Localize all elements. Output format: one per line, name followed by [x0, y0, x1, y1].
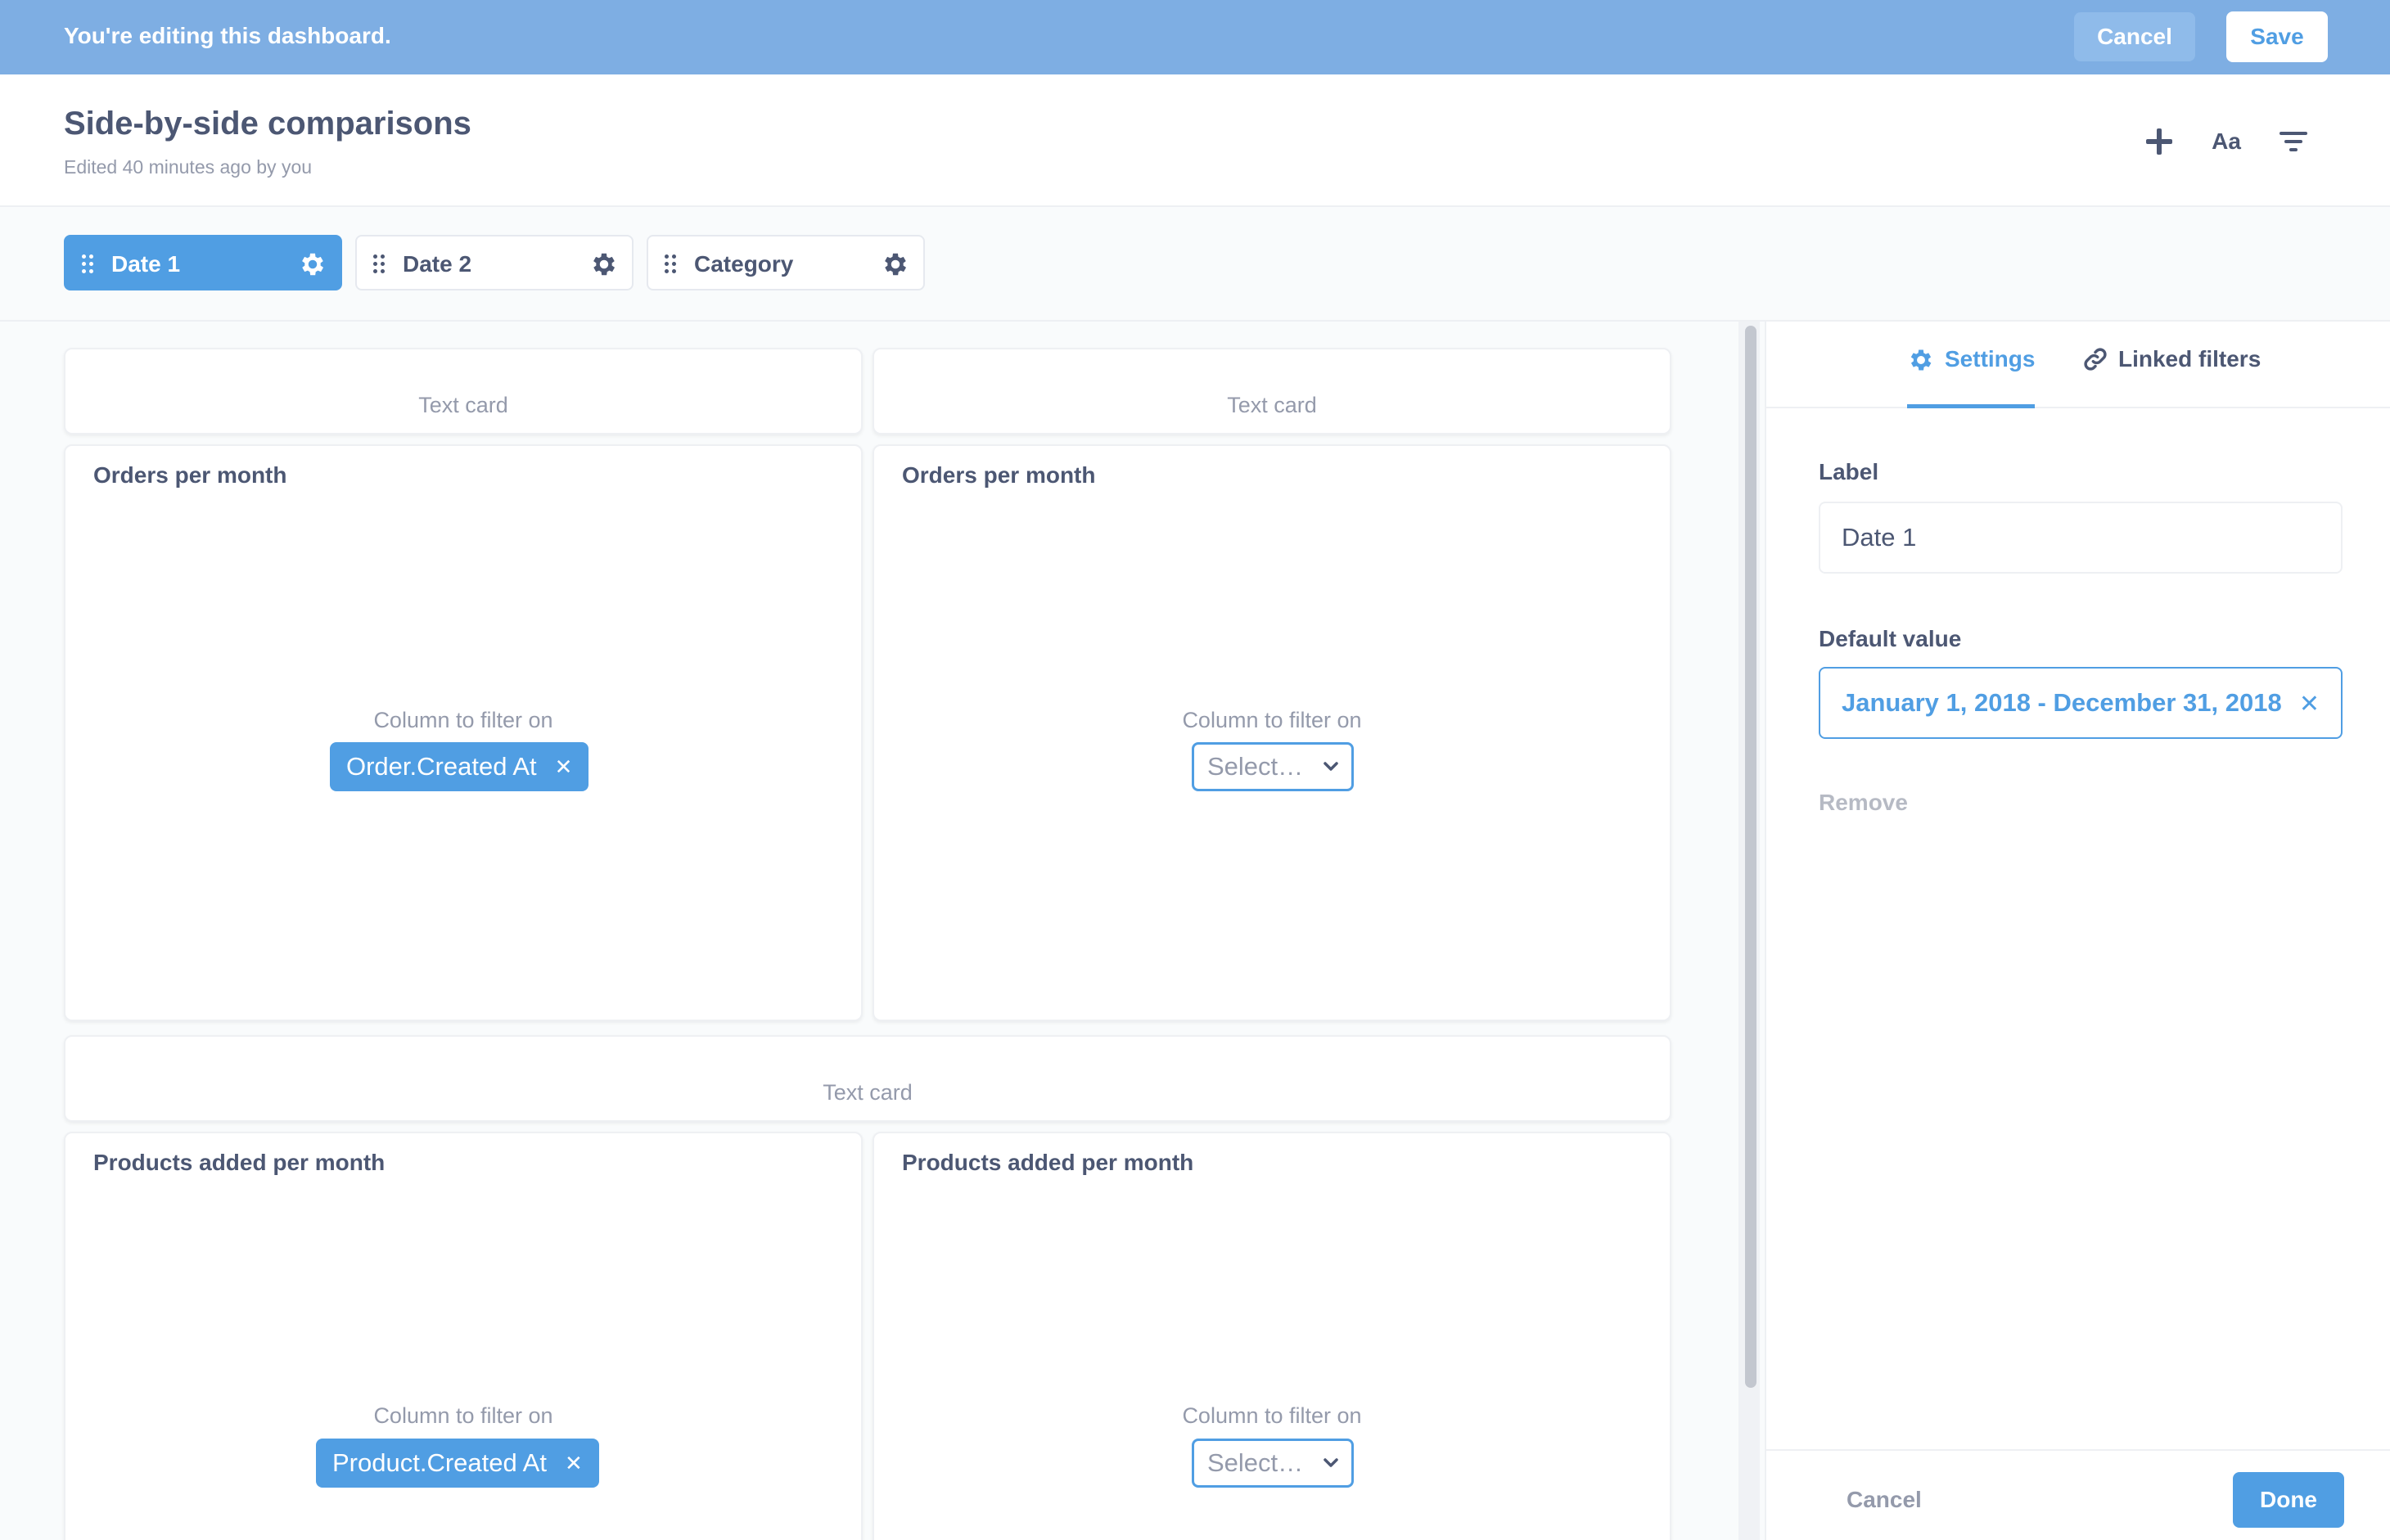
drag-handle-icon[interactable]: [82, 254, 93, 274]
text-card[interactable]: Text card: [64, 348, 863, 435]
question-card-orders[interactable]: Orders per month Column to filter on Sel…: [873, 444, 1671, 1021]
drag-handle-icon[interactable]: [665, 254, 676, 274]
column-to-filter-label: Column to filter on: [1182, 708, 1362, 732]
question-card-products[interactable]: Products added per month Column to filte…: [64, 1132, 863, 1540]
filter-pill-date-1[interactable]: Date 1: [64, 235, 342, 290]
close-icon[interactable]: ✕: [2299, 690, 2320, 718]
filter-pill-label: Date 2: [403, 251, 472, 277]
dashboard-header: Side-by-side comparisons Edited 40 minut…: [0, 74, 2390, 207]
add-icon[interactable]: [2138, 120, 2180, 163]
text-card-label: Text card: [418, 393, 508, 417]
sidebar-footer: Cancel Done: [1766, 1449, 2390, 1540]
filter-icon[interactable]: [2272, 120, 2315, 163]
filter-settings-sidebar: Settings Linked filters Label Date 1 Def…: [1765, 322, 2390, 1540]
gear-icon[interactable]: [881, 250, 910, 279]
link-icon: [2084, 348, 2107, 371]
column-select-placeholder: Select…: [1207, 752, 1304, 781]
label-input[interactable]: Date 1: [1819, 502, 2343, 574]
card-title: Products added per month: [93, 1150, 386, 1175]
card-title: Products added per month: [902, 1150, 1194, 1175]
column-select[interactable]: Select…: [1192, 742, 1354, 791]
default-value-label: Default value: [1819, 626, 1962, 651]
question-card-orders[interactable]: Orders per month Column to filter on Ord…: [64, 444, 863, 1021]
card-title: Orders per month: [93, 462, 287, 488]
last-edited-info: Edited 40 minutes ago by you: [64, 156, 313, 178]
column-mapping-value: Product.Created At: [332, 1448, 547, 1477]
column-select[interactable]: Select…: [1192, 1439, 1354, 1488]
default-value-text: January 1, 2018 - December 31, 2018: [1842, 688, 2282, 717]
column-select-placeholder: Select…: [1207, 1448, 1304, 1477]
text-card[interactable]: Text card: [64, 1035, 1671, 1122]
dashboard-grid: Text card Text card Orders per month Col…: [0, 323, 1760, 1540]
dashboard-title[interactable]: Side-by-side comparisons: [64, 106, 471, 142]
drag-handle-icon[interactable]: [373, 254, 385, 274]
card-title: Orders per month: [902, 462, 1096, 488]
edit-mode-message: You're editing this dashboard.: [64, 23, 391, 48]
filter-bar: Date 1 Date 2 Category: [0, 207, 2390, 322]
label-field-label: Label: [1819, 459, 1879, 484]
gear-icon[interactable]: [589, 250, 619, 279]
text-card-label: Text card: [1227, 393, 1317, 417]
cancel-edit-button[interactable]: Cancel: [2074, 12, 2195, 61]
filter-pill-category[interactable]: Category: [647, 235, 925, 290]
chevron-down-icon: [1324, 1458, 1338, 1467]
sidebar-tabs: Settings Linked filters: [1766, 322, 2390, 408]
column-to-filter-label: Column to filter on: [373, 708, 553, 732]
chevron-down-icon: [1324, 762, 1338, 771]
tab-label: Linked filters: [2118, 346, 2261, 371]
gear-icon: [1910, 349, 1932, 371]
tab-settings[interactable]: Settings: [1907, 346, 2036, 408]
sidebar-cancel-button[interactable]: Cancel: [1847, 1487, 1922, 1513]
question-card-products[interactable]: Products added per month Column to filte…: [873, 1132, 1671, 1540]
remove-filter-button[interactable]: Remove: [1819, 790, 1908, 816]
filter-pill-label: Category: [694, 251, 794, 277]
filter-pill-label: Date 1: [111, 251, 181, 277]
column-mapping-value: Order.Created At: [346, 752, 537, 781]
edit-mode-bar: You're editing this dashboard. Cancel Sa…: [0, 0, 2390, 74]
column-mapping-chip[interactable]: Product.Created At ✕: [316, 1439, 599, 1488]
filter-pill-date-2[interactable]: Date 2: [355, 235, 634, 290]
gear-icon[interactable]: [298, 250, 327, 279]
default-value-field[interactable]: January 1, 2018 - December 31, 2018 ✕: [1819, 667, 2343, 739]
column-mapping-chip[interactable]: Order.Created At ✕: [330, 742, 589, 791]
close-icon[interactable]: ✕: [565, 1451, 583, 1476]
tab-linked-filters[interactable]: Linked filters: [2082, 346, 2261, 408]
scrollbar-thumb[interactable]: [1745, 326, 1756, 1388]
tab-label: Settings: [1945, 346, 2036, 371]
text-format-icon[interactable]: Aa: [2205, 120, 2248, 163]
column-to-filter-label: Column to filter on: [1182, 1403, 1362, 1428]
text-card-label: Text card: [823, 1080, 913, 1105]
column-to-filter-label: Column to filter on: [373, 1403, 553, 1428]
done-button[interactable]: Done: [2233, 1472, 2344, 1528]
text-card[interactable]: Text card: [873, 348, 1671, 435]
close-icon[interactable]: ✕: [555, 754, 573, 780]
save-dashboard-button[interactable]: Save: [2226, 11, 2328, 62]
